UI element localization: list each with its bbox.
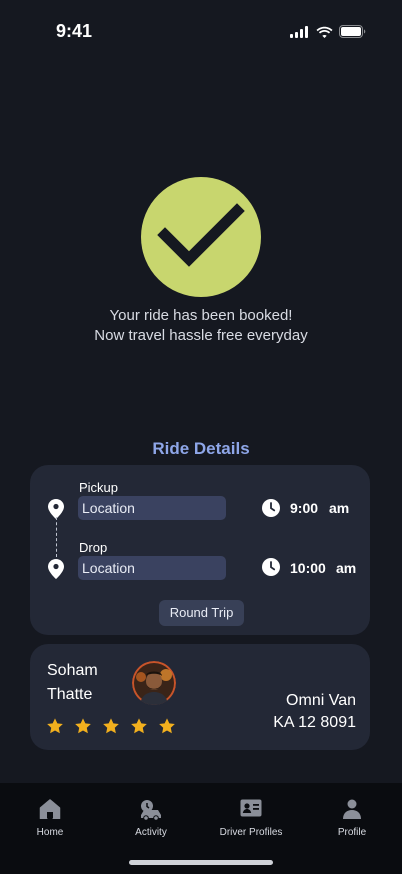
drop-time[interactable]: 10:00 <box>290 560 326 576</box>
tab-activity[interactable]: Activity <box>101 783 201 853</box>
pickup-period[interactable]: am <box>329 500 349 516</box>
vehicle-model: Omni Van <box>286 692 356 709</box>
system-icons <box>290 25 366 38</box>
tab-label: Activity <box>135 827 167 838</box>
star-icon <box>131 718 147 734</box>
driver-rating <box>46 717 176 735</box>
drop-label: Drop <box>79 540 108 555</box>
home-indicator[interactable] <box>129 860 273 865</box>
success-checkmark <box>141 177 261 297</box>
avatar-photo <box>132 661 176 705</box>
booking-subtext: Now travel hassle free everyday <box>94 327 308 344</box>
tab-label: Home <box>36 827 64 838</box>
tab-driver-profiles[interactable]: Driver Profiles <box>201 783 301 853</box>
home-icon <box>39 799 61 819</box>
tab-label: Profile <box>337 827 367 838</box>
drop-period[interactable]: am <box>336 560 356 576</box>
status-time: 9:41 <box>56 21 93 41</box>
status-bar: 9:41 <box>0 0 402 60</box>
pickup-label: Pickup <box>79 480 119 495</box>
driver-first-name: Soham <box>47 662 98 679</box>
star-icon <box>47 718 63 734</box>
booking-confirmation-text: Your ride has been booked! <box>109 307 293 324</box>
pickup-pin-icon <box>48 499 64 519</box>
star-icon <box>103 718 119 734</box>
checkmark-icon <box>157 203 245 267</box>
tab-profile[interactable]: Profile <box>302 783 402 853</box>
route-connector <box>56 517 57 557</box>
clock-icon <box>262 499 280 517</box>
id-card-icon <box>240 799 262 817</box>
battery-icon <box>339 25 366 38</box>
star-icon <box>159 718 175 734</box>
driver-avatar[interactable] <box>132 661 176 705</box>
ride-details-card: Pickup Location Drop Location 9:00 am 10… <box>30 465 370 635</box>
drop-pin-icon <box>48 559 64 579</box>
driver-last-name: Thatte <box>47 686 93 703</box>
drop-location-field[interactable]: Location <box>78 556 226 580</box>
pickup-location-field[interactable]: Location <box>78 496 226 520</box>
clock-icon <box>262 558 280 576</box>
person-icon <box>343 799 361 819</box>
star-icon <box>75 718 91 734</box>
tab-home[interactable]: Home <box>0 783 100 853</box>
wifi-icon <box>316 26 333 38</box>
vehicle-plate: KA 12 8091 <box>273 714 356 731</box>
pickup-time[interactable]: 9:00 <box>290 500 318 516</box>
round-trip-button[interactable]: Round Trip <box>159 600 244 626</box>
ride-details-title: Ride Details <box>152 439 250 458</box>
signal-icon <box>290 25 308 38</box>
activity-icon <box>141 800 161 821</box>
driver-card[interactable]: Soham Thatte Omni Van KA 12 8091 <box>30 644 370 750</box>
tab-label: Driver Profiles <box>219 827 283 838</box>
